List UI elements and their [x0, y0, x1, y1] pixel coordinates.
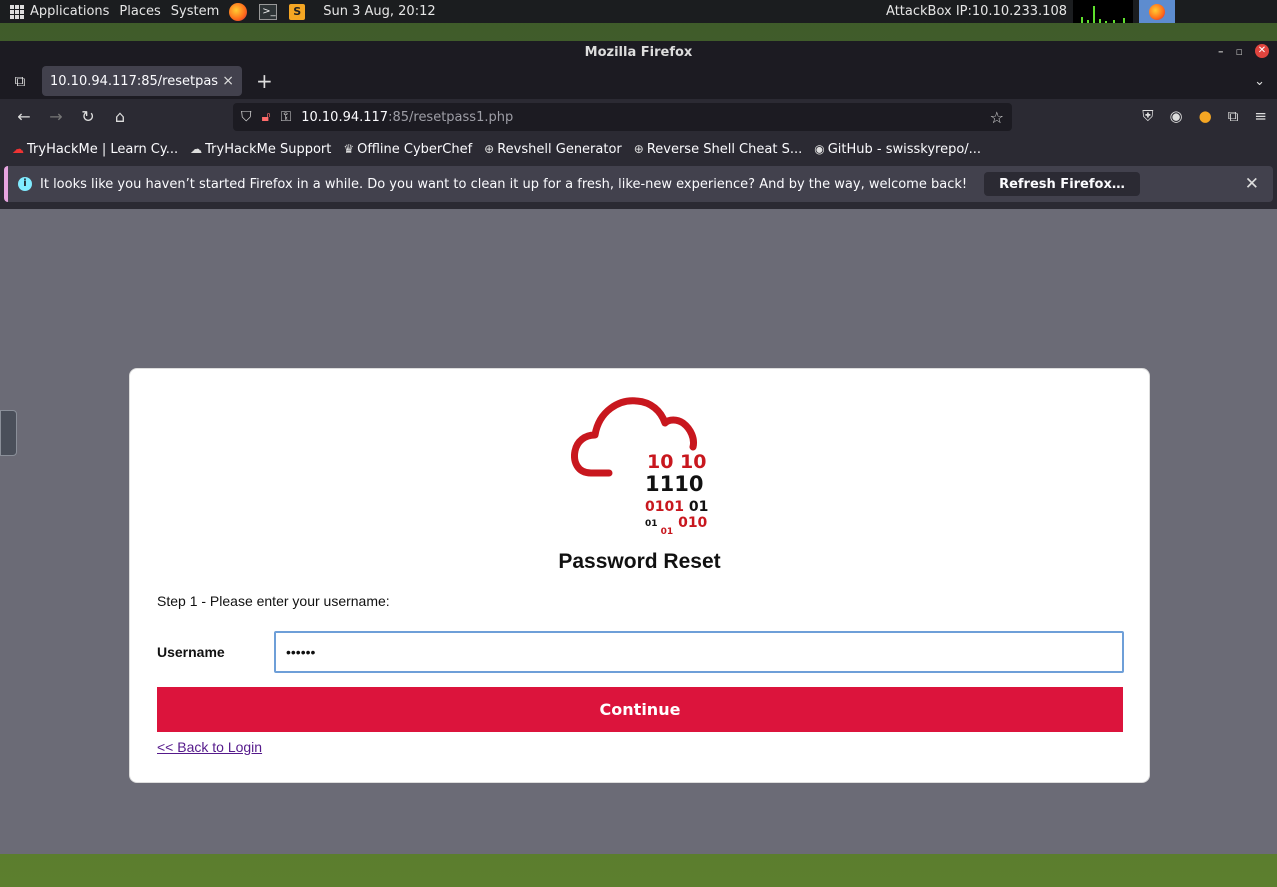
nav-bar: ← → ↻ ⌂ ⛉ 🔓︎ ⚿ 10.10.94.117:85/resetpass…	[0, 99, 1277, 134]
logo-binary-2: 1110	[645, 472, 703, 496]
url-bar[interactable]: ⛉ 🔓︎ ⚿ 10.10.94.117:85/resetpass1.php ☆	[233, 103, 1012, 131]
tab-resetpass[interactable]: 10.10.94.117:85/resetpass1. ×	[42, 66, 242, 96]
firefox-launcher-icon[interactable]	[229, 2, 248, 21]
apps-grid-icon	[10, 4, 24, 19]
new-tab-button[interactable]: +	[256, 69, 273, 93]
logo-binary-1: 10 10	[647, 451, 707, 473]
globe-icon: ⊕	[484, 142, 495, 156]
logo-binary-4: 01 01 010	[645, 515, 708, 534]
sidebar-handle[interactable]	[0, 410, 17, 456]
forward-icon[interactable]: →	[40, 107, 72, 126]
chef-hat-icon: ♛	[343, 142, 355, 156]
applications-label: Applications	[30, 4, 110, 19]
maximize-icon[interactable]: ▫	[1236, 45, 1243, 58]
bookmark-label: Offline CyberChef	[357, 141, 473, 157]
clock[interactable]: Sun 3 Aug, 20:12	[323, 4, 435, 19]
toolbar-right-icons: ⛨ ◉ ● ⧉ ≡	[1142, 107, 1267, 125]
globe-icon: ⊕	[633, 142, 644, 156]
terminal-launcher-icon[interactable]: >_	[259, 3, 278, 20]
desktop-top-panel: Applications Places System >_ S Sun 3 Au…	[0, 0, 1277, 23]
bookmark-label: Reverse Shell Cheat S...	[646, 141, 803, 157]
bookmark-tryhackme[interactable]: ☁ TryHackMe | Learn Cy...	[12, 142, 178, 157]
username-label: Username	[157, 644, 225, 660]
window-controls: – ▫ ✕	[1218, 44, 1269, 58]
panel-spacer	[1177, 0, 1277, 23]
tab-bar: ⧉ 10.10.94.117:85/resetpass1. × + ⌄	[0, 63, 1277, 99]
places-menu[interactable]: Places	[119, 4, 160, 19]
attackbox-ip: AttackBox IP:10.10.233.108	[886, 4, 1067, 19]
page-title: Password Reset	[558, 550, 721, 573]
refresh-notification-bar: i It looks like you haven’t started Fire…	[4, 166, 1273, 202]
menu-icon[interactable]: ≡	[1254, 107, 1267, 125]
step-instruction: Step 1 - Please enter your username:	[157, 593, 390, 609]
tab-close-icon[interactable]: ×	[222, 73, 234, 89]
support-icon: ☁	[190, 142, 203, 156]
applications-menu[interactable]: Applications	[10, 4, 109, 19]
bookmark-label: TryHackMe | Learn Cy...	[27, 141, 179, 157]
bookmark-reverse-shell[interactable]: ⊕ Reverse Shell Cheat S...	[634, 142, 802, 157]
window-title: Mozilla Firefox	[584, 44, 693, 60]
logo-binary-3: 0101 01	[645, 499, 708, 515]
window-titlebar[interactable]: Mozilla Firefox – ▫ ✕	[0, 41, 1277, 63]
url-path: :85/resetpass1.php	[388, 109, 514, 125]
bookmark-cyberchef[interactable]: ♛ Offline CyberChef	[343, 142, 472, 157]
back-icon[interactable]: ←	[8, 107, 40, 126]
account-icon[interactable]: ◉	[1170, 107, 1183, 125]
back-to-login-link[interactable]: << Back to Login	[157, 739, 262, 755]
close-notification-icon[interactable]: ✕	[1245, 174, 1259, 194]
github-icon: ◉	[814, 142, 825, 156]
firefox-window: Mozilla Firefox – ▫ ✕ ⧉ 10.10.94.117:85/…	[0, 41, 1277, 854]
page-content: 10 10 1110 0101 01 01 01 010 Password Re…	[0, 209, 1277, 854]
continue-button[interactable]: Continue	[157, 687, 1123, 732]
bookmark-label: GitHub - swisskyrepo/...	[827, 141, 982, 157]
network-graph-icon	[1073, 0, 1133, 23]
bookmark-thm-support[interactable]: ☁ TryHackMe Support	[190, 142, 331, 157]
close-window-icon[interactable]: ✕	[1255, 44, 1269, 58]
tab-title: 10.10.94.117:85/resetpass1.	[50, 73, 219, 89]
pocket-icon[interactable]: ⛨	[1142, 107, 1153, 125]
home-icon[interactable]: ⌂	[104, 107, 136, 126]
insecure-lock-icon[interactable]: 🔓︎	[262, 109, 271, 125]
system-menu[interactable]: System	[171, 4, 219, 19]
password-reset-card: 10 10 1110 0101 01 01 01 010 Password Re…	[129, 368, 1150, 783]
bookmark-star-icon[interactable]: ☆	[990, 108, 1004, 127]
firefox-taskbar-icon[interactable]	[1139, 0, 1175, 23]
refresh-firefox-button[interactable]: Refresh Firefox…	[984, 172, 1140, 196]
notification-message: It looks like you haven’t started Firefo…	[40, 176, 968, 192]
bookmark-label: TryHackMe Support	[205, 141, 332, 157]
extension-foxy-icon[interactable]: ●	[1199, 107, 1212, 125]
reload-icon[interactable]: ↻	[72, 107, 104, 126]
cloud-logo-icon: 10 10 1110 0101 01 01 01 010	[571, 397, 708, 534]
tryhackme-icon: ☁	[12, 142, 24, 156]
shield-icon[interactable]: ⛉	[241, 109, 252, 125]
panel-right-area: AttackBox IP:10.10.233.108	[886, 0, 1277, 23]
key-icon[interactable]: ⚿	[281, 109, 292, 125]
extensions-icon[interactable]: ⧉	[1228, 107, 1239, 125]
bookmark-github[interactable]: ◉ GitHub - swisskyrepo/...	[814, 142, 981, 157]
bookmark-revshell[interactable]: ⊕ Revshell Generator	[484, 142, 622, 157]
bookmark-label: Revshell Generator	[497, 141, 622, 157]
bookmarks-toolbar: ☁ TryHackMe | Learn Cy... ☁ TryHackMe Supp…	[0, 134, 1277, 164]
tab-list-icon[interactable]: ⧉	[0, 72, 40, 90]
username-input[interactable]	[274, 631, 1124, 673]
minimize-icon[interactable]: –	[1218, 45, 1224, 58]
info-icon: i	[18, 177, 32, 191]
chevron-down-icon[interactable]: ⌄	[1254, 74, 1265, 89]
sublime-launcher-icon[interactable]: S	[289, 3, 306, 20]
url-host: 10.10.94.117	[301, 109, 389, 125]
